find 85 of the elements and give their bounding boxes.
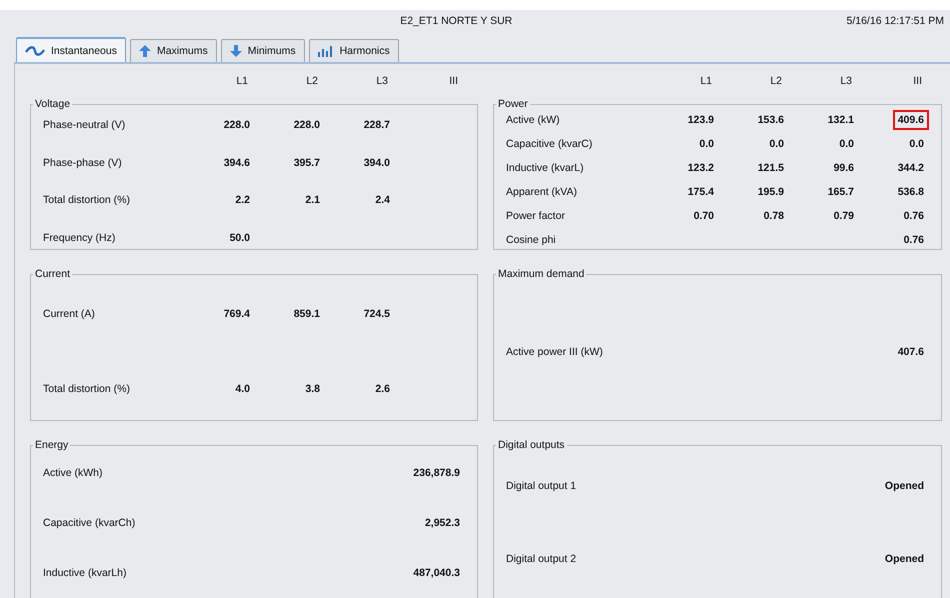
value-cell-text: 2.1 [304, 193, 321, 208]
value-cell-text: 228.0 [292, 118, 321, 133]
section-title: Voltage [34, 98, 72, 110]
up-arrow-icon [138, 45, 151, 57]
value-cell-text: 3.8 [304, 382, 321, 397]
section-title: Maximum demand [497, 268, 586, 280]
row-label: Power factor [506, 210, 566, 222]
value-cell-text: 0.79 [832, 209, 855, 224]
row-label: Digital output 2 [506, 553, 578, 565]
value-cell-text: 344.2 [896, 161, 925, 176]
value-cell-text: 236,878.9 [412, 466, 461, 481]
section-title: Digital outputs [497, 439, 566, 451]
column-header: L2 [306, 75, 318, 87]
row-label: Active (kWh) [43, 467, 104, 479]
row-label: Apparent (kVA) [506, 186, 578, 198]
value-cell-text: 394.0 [362, 156, 391, 171]
row-label: Inductive (kvarL) [506, 162, 585, 174]
row-label: Active power III (kW) [506, 346, 604, 358]
value-cell-text: 0.0 [698, 137, 715, 152]
value-cell-text: 0.0 [768, 137, 785, 152]
section-title: Power [497, 98, 529, 110]
row-label: Total distortion (%) [43, 194, 131, 206]
section-title: Energy [34, 439, 70, 451]
row-label: Current (A) [43, 308, 96, 320]
tab[interactable]: Harmonics [308, 39, 399, 62]
value-cell-text: 123.2 [686, 161, 715, 176]
column-header: III [913, 75, 922, 87]
value-cell-text: 4.0 [234, 382, 251, 397]
value-cell-text: 487,040.3 [412, 566, 461, 581]
value-cell-text: 228.0 [222, 118, 251, 133]
value-cell-text: 536.8 [896, 185, 925, 200]
value-cell-text: 153.6 [756, 113, 785, 128]
value-cell-text: 99.6 [832, 161, 855, 176]
value-cell-text: 0.0 [838, 137, 855, 152]
value-cell-text: 123.9 [686, 113, 715, 128]
tab[interactable]: Instantaneous [16, 37, 126, 62]
value-cell-text: 0.76 [902, 209, 925, 224]
row-label: Capacitive (kvarCh) [43, 517, 136, 529]
value-cell-text: 195.9 [756, 185, 785, 200]
value-cell-text: 50.0 [228, 230, 251, 246]
row-label: Inductive (kvarLh) [43, 567, 128, 579]
row-label: Capacitive (kvarC) [506, 138, 594, 150]
value-cell-text: 394.6 [222, 156, 251, 171]
row-label: Cosine phi [506, 234, 557, 246]
value-cell-text: 2.4 [374, 193, 391, 208]
value-cell: 409.6 [892, 110, 929, 130]
row-label: Digital output 1 [506, 480, 578, 492]
value-cell-text: 395.7 [292, 156, 321, 171]
value-cell-text: 2.6 [374, 382, 391, 397]
value-cell-text: 0.78 [762, 209, 785, 224]
column-header: III [449, 75, 458, 87]
window-title: E2_ET1 NORTE Y SUR [400, 15, 512, 27]
value-cell-text: 228.7 [362, 118, 391, 133]
value-cell-text: 0.70 [692, 209, 715, 224]
row-label: Frequency (Hz) [43, 232, 116, 244]
value-cell-text: 724.5 [362, 307, 391, 322]
value-cell-text: 165.7 [826, 185, 855, 200]
row-label: Active (kW) [506, 114, 561, 126]
row-label: Phase-neutral (V) [43, 119, 126, 131]
value-cell-text: Opened [884, 479, 925, 494]
tab[interactable]: Minimums [220, 39, 305, 62]
value-cell-text: 859.1 [292, 307, 321, 322]
value-cell-text: 0.76 [902, 233, 925, 248]
tab[interactable]: Maximums [130, 39, 217, 62]
value-cell-text: 121.5 [756, 161, 785, 176]
row-label: Total distortion (%) [43, 383, 131, 395]
section-title: Current [34, 268, 72, 280]
value-cell-text: 2.2 [234, 193, 251, 208]
wave-icon [25, 46, 45, 56]
value-cell-text: 132.1 [826, 113, 855, 128]
column-header: L3 [376, 75, 388, 87]
column-header: L2 [770, 75, 782, 87]
row-label: Phase-phase (V) [43, 156, 123, 169]
value-cell-text: 0.0 [908, 137, 925, 152]
column-header: L1 [236, 75, 248, 87]
column-header: L3 [840, 75, 852, 87]
value-cell-text: Opened [884, 552, 925, 567]
value-cell-text: 175.4 [686, 185, 715, 200]
column-header: L1 [700, 75, 712, 87]
value-cell-text: 2,952.3 [424, 516, 461, 531]
down-arrow-icon [230, 45, 242, 57]
bar-chart-icon [318, 45, 334, 57]
timestamp: 5/16/16 12:17:51 PM [846, 15, 944, 27]
value-cell-text: 769.4 [222, 307, 251, 322]
value-cell-text: 407.6 [896, 345, 925, 360]
